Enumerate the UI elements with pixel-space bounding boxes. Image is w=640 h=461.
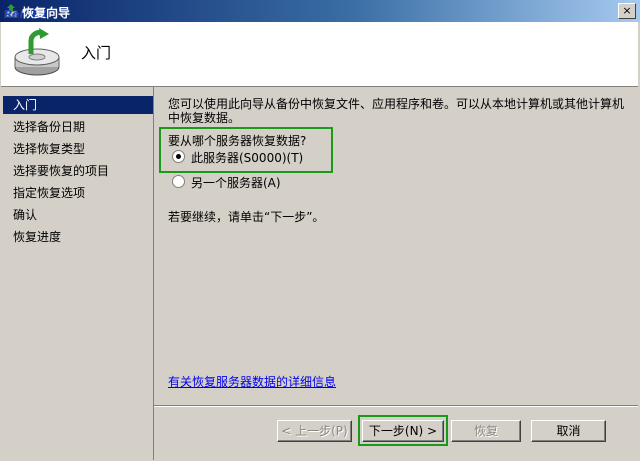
disk-recovery-icon xyxy=(14,28,60,76)
close-button[interactable]: × xyxy=(618,3,636,19)
nav-step-select-backup-date[interactable]: 选择备份日期 xyxy=(3,118,153,136)
nav-step-select-items[interactable]: 选择要恢复的项目 xyxy=(3,162,153,180)
more-info-link[interactable]: 有关恢复服务器数据的详细信息 xyxy=(168,373,336,390)
wizard-content: 您可以使用此向导从备份中恢复文件、应用程序和卷。可以从本地计算机或其他计算机中恢… xyxy=(154,87,638,460)
this-server-label: 此服务器(S0000)(T) xyxy=(191,151,304,165)
nav-step-progress[interactable]: 恢复进度 xyxy=(3,228,153,246)
title-bar[interactable]: Reload 恢复向导 × xyxy=(0,0,640,22)
this-server-option[interactable]: 此服务器(S0000)(T) xyxy=(172,150,303,166)
wizard-header: 入门 xyxy=(1,22,638,87)
next-button[interactable]: 下一步(N) > xyxy=(362,420,444,442)
recover-button[interactable]: 恢复 xyxy=(451,420,521,442)
other-server-label: 另一个服务器(A) xyxy=(191,176,281,190)
other-server-option[interactable]: 另一个服务器(A) xyxy=(172,175,281,191)
nav-step-getting-started[interactable]: 入门 xyxy=(3,96,153,114)
wizard-steps-sidebar: 入门 选择备份日期 选择恢复类型 选择要恢复的项目 指定恢复选项 确认 恢复进度 xyxy=(1,87,154,460)
back-button[interactable]: < 上一步(P) xyxy=(277,420,352,442)
nav-step-select-recovery-type[interactable]: 选择恢复类型 xyxy=(3,140,153,158)
page-title: 入门 xyxy=(81,44,112,62)
radio-unselected-icon[interactable] xyxy=(172,175,185,188)
nav-step-recovery-options[interactable]: 指定恢复选项 xyxy=(3,184,153,202)
server-question-label: 要从哪个服务器恢复数据? xyxy=(168,134,307,148)
footer-divider xyxy=(154,405,638,407)
recovery-wizard-window: Reload 恢复向导 × 入门 入门 选择备份日期 选择恢复类型 选择要恢复的… xyxy=(0,0,640,461)
window-title: 恢复向导 xyxy=(22,6,71,20)
radio-selected-icon[interactable] xyxy=(172,150,185,163)
continue-instruction: 若要继续，请单击“下一步”。 xyxy=(168,210,325,224)
cancel-button[interactable]: 取消 xyxy=(531,420,606,442)
intro-text: 您可以使用此向导从备份中恢复文件、应用程序和卷。可以从本地计算机或其他计算机中恢… xyxy=(168,97,625,125)
nav-step-confirm[interactable]: 确认 xyxy=(3,206,153,224)
